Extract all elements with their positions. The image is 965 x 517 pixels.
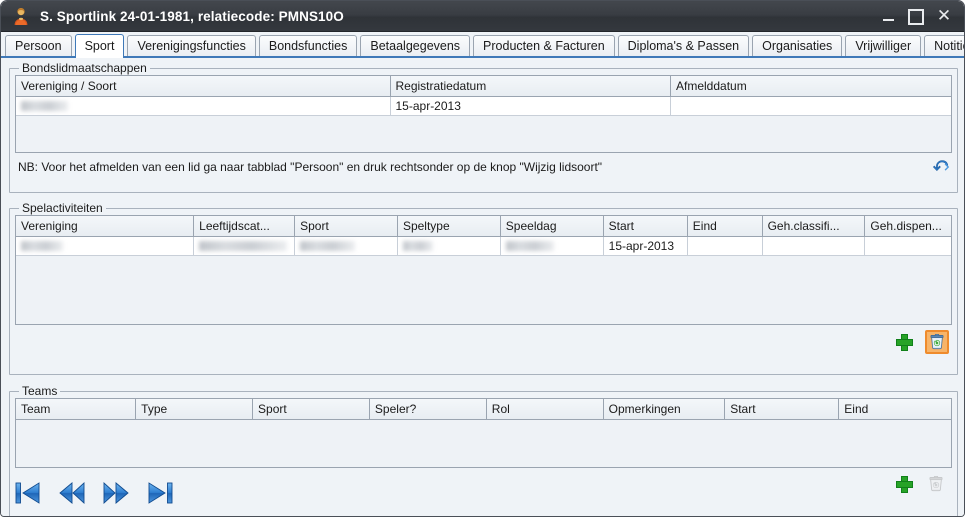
group-legend-spelactiviteiten: Spelactiviteiten bbox=[19, 201, 106, 215]
table-row[interactable]: 15-apr-2013 bbox=[16, 96, 951, 116]
tab-verenigingsfuncties[interactable]: Verenigingsfuncties bbox=[127, 35, 256, 56]
plus-icon bbox=[895, 475, 913, 493]
column-header-eind[interactable]: Eind bbox=[838, 399, 951, 420]
teams-table: Team Type Sport Speler? Rol Opmerkingen … bbox=[16, 399, 951, 420]
column-header-vereniging-soort[interactable]: Vereniging / Soort bbox=[16, 76, 391, 97]
redacted-value bbox=[21, 100, 68, 111]
record-navigation-bar bbox=[13, 478, 175, 508]
column-header-rol[interactable]: Rol bbox=[486, 399, 604, 420]
column-header-type[interactable]: Type bbox=[135, 399, 254, 420]
teams-grid[interactable]: Team Type Sport Speler? Rol Opmerkingen … bbox=[15, 398, 952, 468]
cell-vereniging[interactable] bbox=[16, 236, 195, 256]
column-header-geh-classificatie[interactable]: Geh.classifi... bbox=[762, 216, 866, 237]
next-record-button[interactable] bbox=[101, 478, 131, 508]
first-record-button[interactable] bbox=[13, 478, 43, 508]
tab-bondsfuncties[interactable]: Bondsfuncties bbox=[258, 35, 358, 56]
plus-icon bbox=[895, 333, 913, 351]
column-header-speler[interactable]: Speler? bbox=[369, 399, 487, 420]
cell-start[interactable]: 15-apr-2013 bbox=[603, 236, 688, 256]
redacted-value bbox=[402, 240, 433, 251]
tab-persoon[interactable]: Persoon bbox=[5, 35, 72, 56]
redacted-value bbox=[505, 240, 554, 251]
delete-team-button bbox=[925, 473, 947, 495]
column-header-afmelddatum[interactable]: Afmelddatum bbox=[670, 76, 951, 97]
first-record-icon bbox=[15, 482, 40, 504]
tab-betaalgegevens[interactable]: Betaalgegevens bbox=[360, 35, 471, 56]
tab-sport[interactable]: Sport bbox=[74, 34, 125, 58]
bondslidmaatschappen-grid[interactable]: Vereniging / Soort Registratiedatum Afme… bbox=[15, 75, 952, 153]
spelactiviteiten-table: Vereniging Leeftijdscat... Sport Speltyp… bbox=[16, 216, 951, 256]
cell-speeldag[interactable] bbox=[500, 236, 604, 256]
delete-spelactiviteit-button[interactable] bbox=[925, 330, 949, 354]
window-title: S. Sportlink 24-01-1981, relatiecode: PM… bbox=[40, 8, 344, 24]
column-header-opmerkingen[interactable]: Opmerkingen bbox=[603, 399, 726, 420]
recycle-bin-icon bbox=[930, 334, 944, 350]
table-header-row: Vereniging Leeftijdscat... Sport Speltyp… bbox=[16, 216, 951, 237]
group-legend-teams: Teams bbox=[19, 384, 61, 398]
column-header-geh-dispensatie[interactable]: Geh.dispen... bbox=[864, 216, 951, 237]
column-header-eind[interactable]: Eind bbox=[687, 216, 763, 237]
tab-notities[interactable]: Notities bbox=[924, 35, 964, 56]
column-header-sport[interactable]: Sport bbox=[294, 216, 398, 237]
tab-bar: Persoon Sport Verenigingsfuncties Bondsfunc… bbox=[1, 32, 964, 58]
undo-arrow-icon-button[interactable] bbox=[931, 155, 953, 177]
column-header-vereniging[interactable]: Vereniging bbox=[16, 216, 195, 237]
column-header-registratiedatum[interactable]: Registratiedatum bbox=[390, 76, 671, 97]
tab-organisaties[interactable]: Organisaties bbox=[752, 35, 843, 56]
group-bondslidmaatschappen: Bondslidmaatschappen Vereniging / Soort … bbox=[9, 61, 958, 193]
cell-eind[interactable] bbox=[687, 236, 763, 256]
redacted-value bbox=[300, 240, 356, 251]
bondslidmaatschappen-table: Vereniging / Soort Registratiedatum Afme… bbox=[16, 76, 951, 116]
cell-geh-classificatie[interactable] bbox=[762, 236, 866, 256]
add-team-button[interactable] bbox=[893, 473, 915, 495]
next-record-icon bbox=[103, 481, 129, 505]
column-header-speltype[interactable]: Speltype bbox=[397, 216, 501, 237]
add-spelactiviteit-button[interactable] bbox=[893, 331, 915, 353]
tab-producten-facturen[interactable]: Producten & Facturen bbox=[473, 35, 615, 56]
grid-empty-area bbox=[16, 420, 951, 467]
table-header-row: Vereniging / Soort Registratiedatum Afme… bbox=[16, 76, 951, 97]
group-legend-bondslidmaatschappen: Bondslidmaatschappen bbox=[19, 61, 150, 75]
redacted-value bbox=[21, 240, 63, 251]
column-header-speeldag[interactable]: Speeldag bbox=[500, 216, 604, 237]
grid-empty-area bbox=[16, 116, 951, 144]
minimize-button[interactable] bbox=[874, 4, 902, 30]
tab-diploma-s-passen[interactable]: Diploma's & Passen bbox=[617, 35, 750, 56]
column-header-sport[interactable]: Sport bbox=[252, 399, 370, 420]
previous-record-button[interactable] bbox=[57, 478, 87, 508]
cell-vereniging-soort[interactable] bbox=[16, 96, 391, 116]
cell-leeftijdscategorie[interactable] bbox=[193, 236, 296, 256]
maximize-button[interactable] bbox=[902, 4, 930, 30]
cell-afmelddatum[interactable] bbox=[670, 96, 951, 116]
last-record-icon bbox=[148, 482, 173, 504]
content-area: Bondslidmaatschappen Vereniging / Soort … bbox=[1, 58, 964, 516]
column-header-start[interactable]: Start bbox=[603, 216, 688, 237]
column-header-start[interactable]: Start bbox=[724, 399, 840, 420]
application-window: S. Sportlink 24-01-1981, relatiecode: PM… bbox=[0, 0, 965, 517]
cell-speltype[interactable] bbox=[397, 236, 501, 256]
cell-geh-dispensatie[interactable] bbox=[864, 236, 951, 256]
group-spelactiviteiten: Spelactiviteiten Vereniging Leeftijdscat… bbox=[9, 201, 958, 375]
previous-record-icon bbox=[59, 481, 85, 505]
close-button[interactable]: ✕ bbox=[930, 4, 958, 30]
title-bar: S. Sportlink 24-01-1981, relatiecode: PM… bbox=[1, 1, 964, 32]
table-header-row: Team Type Sport Speler? Rol Opmerkingen … bbox=[16, 399, 951, 420]
tab-vrijwilliger[interactable]: Vrijwilliger bbox=[845, 35, 922, 56]
window-controls: ✕ bbox=[874, 1, 958, 32]
spelactiviteiten-grid[interactable]: Vereniging Leeftijdscat... Sport Speltyp… bbox=[15, 215, 952, 325]
redacted-value bbox=[199, 240, 288, 251]
grid-empty-area bbox=[16, 256, 951, 316]
table-row[interactable]: 15-apr-2013 bbox=[16, 236, 951, 256]
column-header-leeftijdscategorie[interactable]: Leeftijdscat... bbox=[193, 216, 296, 237]
user-avatar-icon bbox=[11, 6, 31, 26]
undo-arrow-icon bbox=[933, 160, 950, 172]
last-record-button[interactable] bbox=[145, 478, 175, 508]
cell-sport[interactable] bbox=[294, 236, 398, 256]
recycle-bin-icon bbox=[929, 476, 943, 492]
column-header-team[interactable]: Team bbox=[16, 399, 137, 420]
bondslidmaatschappen-note: NB: Voor het afmelden van een lid ga naa… bbox=[18, 160, 603, 174]
cell-registratiedatum[interactable]: 15-apr-2013 bbox=[390, 96, 671, 116]
